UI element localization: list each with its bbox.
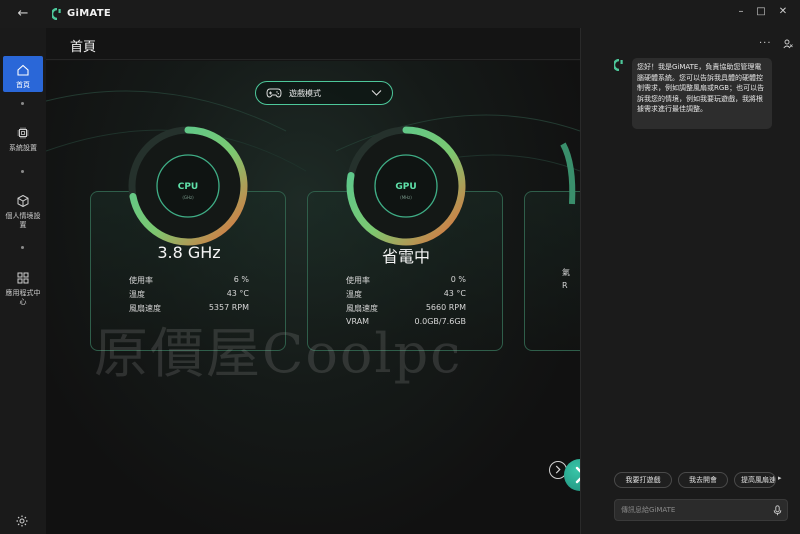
assistant-chat-panel: ··· 您好！我是GiMATE，負責協助您管理電腦硬體系統。您可以告訴我具體的硬…	[580, 28, 800, 534]
more-menu-button[interactable]: ···	[759, 38, 772, 49]
nav-item-personal-scenario[interactable]: 個人情境設置	[3, 194, 43, 230]
suggestion-chip-gaming[interactable]: 我要打遊戲	[614, 472, 672, 488]
gpu-usage-value: 0 %	[450, 275, 466, 284]
chat-message-input[interactable]	[614, 499, 788, 521]
nav-separator-dot	[21, 170, 24, 173]
partial-gauge	[560, 142, 576, 205]
nav-item-label: 應用程式中心	[5, 289, 41, 306]
chevron-down-icon	[371, 90, 382, 96]
grid-icon	[17, 272, 29, 284]
gpu-usage-label: 使用率	[346, 276, 370, 285]
bot-message-bubble: 您好！我是GiMATE，負責協助您管理電腦硬體系統。您可以告訴我具體的硬體控制需…	[632, 58, 772, 129]
app-window: ← GiMATE – □ ✕ 首頁 系統設置 個人情境設置 應用程式中心 首頁 …	[0, 0, 800, 534]
dashboard-hero: 遊戲模式 3.8 GHz 使用率 6 % 溫度 43 °C 風扇速度 5357 …	[46, 61, 580, 534]
home-icon	[17, 64, 29, 76]
partial-card-text: 氣	[562, 268, 570, 277]
expand-chat-button[interactable]	[564, 459, 580, 491]
gpu-vram-value: 0.0GB/7.6GB	[414, 317, 466, 326]
cpu-temp-value: 43 °C	[226, 289, 249, 298]
nav-item-label: 系統設置	[9, 144, 37, 152]
cpu-usage-value: 6 %	[233, 275, 249, 284]
mode-select-value: 遊戲模式	[289, 89, 321, 98]
cpu-temp-label: 溫度	[129, 290, 145, 299]
nav-separator-dot	[21, 102, 24, 105]
partial-card-text: R	[562, 281, 568, 290]
app-title: GiMATE	[67, 8, 112, 19]
gear-icon[interactable]	[15, 514, 29, 528]
page-header: 首頁	[46, 28, 580, 60]
gimate-logo-icon	[52, 8, 61, 20]
gpu-fan-value: 5660 RPM	[425, 303, 466, 312]
gpu-fan-label: 風扇速度	[346, 304, 378, 313]
maximize-button[interactable]: □	[751, 4, 771, 20]
nav-item-system-settings[interactable]: 系統設置	[3, 126, 43, 153]
main-panel: 首頁 遊戲模式 3.8 GHz 使用率 6 % 溫度 43 °C 風扇速度 53…	[46, 28, 580, 534]
minimize-button[interactable]: –	[731, 4, 751, 20]
suggestion-chip-meeting[interactable]: 我去開會	[678, 472, 728, 488]
chevron-right-icon	[575, 466, 580, 484]
nav-separator-dot	[21, 246, 24, 249]
cube-icon	[17, 194, 29, 208]
back-button[interactable]: ←	[14, 6, 32, 22]
gpu-vram-label: VRAM	[346, 317, 370, 326]
microphone-icon[interactable]	[773, 505, 782, 516]
chip-icon	[17, 127, 29, 139]
cpu-fan-label: 風扇速度	[129, 304, 161, 313]
gamepad-icon	[266, 88, 282, 98]
cpu-usage-label: 使用率	[129, 276, 153, 285]
gimate-bot-avatar-icon	[614, 59, 623, 71]
page-title: 首頁	[70, 40, 97, 55]
nav-item-app-center[interactable]: 應用程式中心	[3, 271, 43, 307]
nav-item-home[interactable]: 首頁	[3, 56, 43, 92]
gpu-gauge-label: GPU	[395, 182, 417, 192]
gpu-gauge-unit: (MHz)	[400, 195, 412, 200]
cpu-gauge-label: CPU	[177, 182, 199, 192]
gpu-temp-value: 43 °C	[443, 289, 466, 298]
suggestions-scroll-right-button[interactable]: ▸	[778, 474, 782, 482]
title-bar: ← GiMATE – □ ✕	[0, 0, 800, 28]
nav-item-label: 個人情境設置	[5, 212, 41, 229]
nav-item-label: 首頁	[16, 81, 30, 89]
gpu-temp-label: 溫度	[346, 290, 362, 299]
cpu-gauge-unit: (GHz)	[182, 195, 194, 200]
cpu-fan-value: 5357 RPM	[208, 303, 249, 312]
suggestion-chip-fan-speed[interactable]: 提高風扇速度	[734, 472, 776, 488]
user-settings-icon[interactable]	[783, 39, 793, 49]
close-button[interactable]: ✕	[773, 4, 793, 20]
mode-select[interactable]: 遊戲模式	[255, 81, 393, 105]
side-navigation: 首頁 系統設置 個人情境設置 應用程式中心	[0, 28, 46, 534]
